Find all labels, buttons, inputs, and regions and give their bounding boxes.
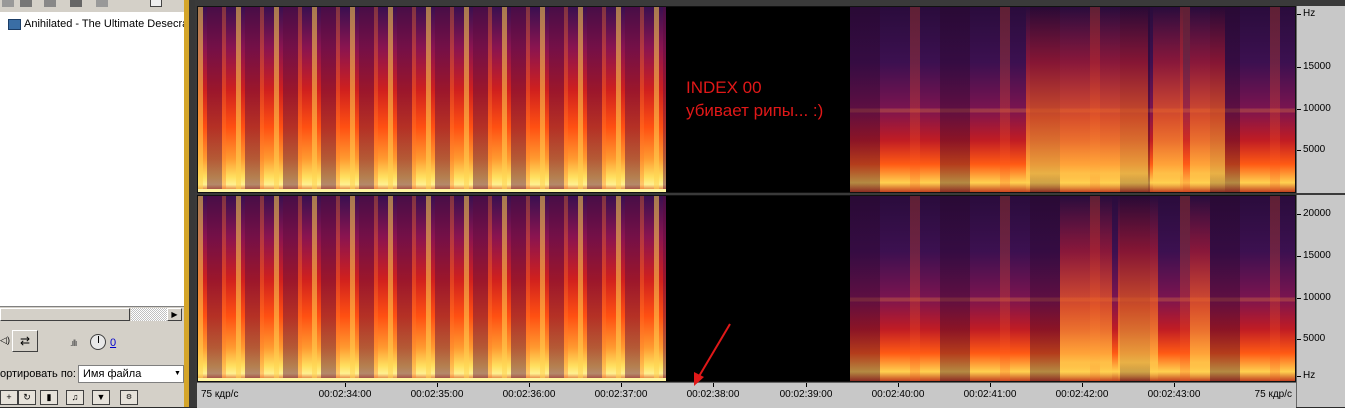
frequency-label: 10000: [1303, 103, 1331, 114]
audio-file-icon: [8, 18, 21, 30]
loop-button[interactable]: ⇄: [12, 330, 38, 352]
annotation-text: INDEX 00 убивает рипы... :): [686, 76, 823, 122]
spectrum-segment: [1060, 196, 1112, 381]
spectrum-segment: [1153, 7, 1183, 192]
toolbar-icon-2[interactable]: [20, 0, 32, 7]
chevron-down-icon[interactable]: ▼: [174, 367, 182, 381]
time-tick: [806, 383, 807, 387]
frequency-tick: [1297, 14, 1301, 15]
refresh-icon[interactable]: ↻: [18, 390, 36, 405]
frequency-label: 20000: [1303, 208, 1331, 219]
time-label: 00:02:37:00: [594, 389, 648, 400]
time-label: 00:02:40:00: [871, 389, 925, 400]
spectrum-segment: [1118, 196, 1158, 381]
volume-level-icon: .ıllı: [70, 338, 77, 348]
file-toolbar: [0, 0, 184, 10]
spectrogram-channel-right[interactable]: [197, 195, 1296, 382]
frequency-label: 10000: [1303, 292, 1331, 303]
frequency-label: 15000: [1303, 61, 1331, 72]
add-icon[interactable]: +: [0, 390, 18, 405]
bottom-toolbar: + ↻ ▮ ♫ ▼ ⚙: [0, 389, 184, 407]
time-label: 00:02:34:00: [318, 389, 372, 400]
frequency-tick: [1297, 214, 1301, 215]
annotation-line-1: INDEX 00: [686, 78, 762, 97]
horizontal-scrollbar[interactable]: ▶: [0, 306, 184, 323]
frame-rate-right: 75 кдр/с: [1254, 389, 1292, 400]
file-name: Anihilated - The Ultimate Desecra: [24, 18, 189, 30]
file-panel: Anihilated - The Ultimate Desecra ▶ ◁) ⇄…: [0, 0, 188, 407]
frequency-label: Hz: [1303, 370, 1316, 381]
time-ruler[interactable]: 75 кдр/с 75 кдр/с 00:02:34:00 00:02:35:00…: [197, 382, 1296, 408]
file-list-item[interactable]: Anihilated - The Ultimate Desecra: [8, 17, 188, 31]
spectrum-baseline: [198, 189, 666, 192]
time-tick: [1082, 383, 1083, 387]
frequency-tick: [1297, 256, 1301, 257]
file-list[interactable]: [0, 12, 184, 306]
frequency-scale-bottom: 20000 15000 10000 5000 Hz: [1296, 195, 1345, 382]
film-icon[interactable]: ▮: [40, 390, 58, 405]
scroll-right-arrow-icon[interactable]: ▶: [167, 308, 182, 321]
spectrum-segment: [198, 7, 666, 192]
time-label: 00:02:38:00: [686, 389, 740, 400]
volume-knob[interactable]: [90, 334, 106, 350]
time-label: 00:02:36:00: [502, 389, 556, 400]
sort-selected-value: Имя файла: [83, 368, 142, 380]
time-label: 00:02:39:00: [779, 389, 833, 400]
spectrum-baseline: [198, 378, 666, 381]
time-tick: [529, 383, 530, 387]
settings-icon[interactable]: ⚙: [120, 390, 138, 405]
toolbar-icon-6[interactable]: [150, 0, 162, 7]
annotation-line-2: убивает рипы... :): [686, 101, 824, 120]
time-label: 00:02:43:00: [1147, 389, 1201, 400]
frequency-label: 5000: [1303, 144, 1326, 155]
scrollbar-thumb[interactable]: [0, 308, 130, 321]
frequency-tick: [1297, 67, 1301, 68]
volume-value[interactable]: 0: [110, 337, 116, 349]
scrollbar-track[interactable]: [131, 308, 167, 321]
spectral-view[interactable]: Hz 15000 10000 5000 20000 15000 10000 5000 Hz 7…: [195, 0, 1345, 408]
time-label: 00:02:42:00: [1055, 389, 1109, 400]
toolbar-icon-3[interactable]: [44, 0, 56, 7]
ruler-corner: [1296, 382, 1345, 407]
time-tick: [990, 383, 991, 387]
frequency-tick: [1297, 376, 1301, 377]
frequency-scale-top: Hz 15000 10000 5000: [1296, 6, 1345, 193]
speaker-icon[interactable]: ◁): [0, 330, 10, 352]
frame-rate-left: 75 кдр/с: [201, 389, 239, 400]
music-note-icon[interactable]: ♫: [66, 390, 84, 405]
time-tick: [345, 383, 346, 387]
spectrum-segment: [1190, 7, 1225, 192]
spectrum-segment: [198, 196, 666, 381]
spectrum-segment: [1026, 7, 1088, 192]
sort-label: ортировать по:: [0, 368, 76, 380]
frequency-label: 5000: [1303, 333, 1326, 344]
frequency-label: Hz: [1303, 8, 1316, 19]
time-tick: [437, 383, 438, 387]
annotation-arrow-icon: [694, 323, 731, 386]
frequency-label: 15000: [1303, 250, 1331, 261]
time-label: 00:02:35:00: [410, 389, 464, 400]
time-label: 00:02:41:00: [963, 389, 1017, 400]
transport-controls: ◁) ⇄ .ıllı 0: [0, 330, 184, 356]
time-tick: [621, 383, 622, 387]
toolbar-icon-1[interactable]: [2, 0, 14, 7]
sort-select[interactable]: Имя файла ▼: [78, 365, 184, 383]
spectrum-segment: [1190, 196, 1210, 381]
frequency-tick: [1297, 339, 1301, 340]
time-tick: [898, 383, 899, 387]
frequency-tick: [1297, 109, 1301, 110]
toolbar-icon-4[interactable]: [70, 0, 82, 7]
toolbar-icon-5[interactable]: [96, 0, 108, 7]
sort-row: ортировать по: Имя файла ▼: [0, 365, 184, 385]
frequency-tick: [1297, 150, 1301, 151]
filter-icon[interactable]: ▼: [92, 390, 110, 405]
spectrum-segment: [1088, 7, 1148, 192]
frequency-tick: [1297, 298, 1301, 299]
time-tick: [1174, 383, 1175, 387]
